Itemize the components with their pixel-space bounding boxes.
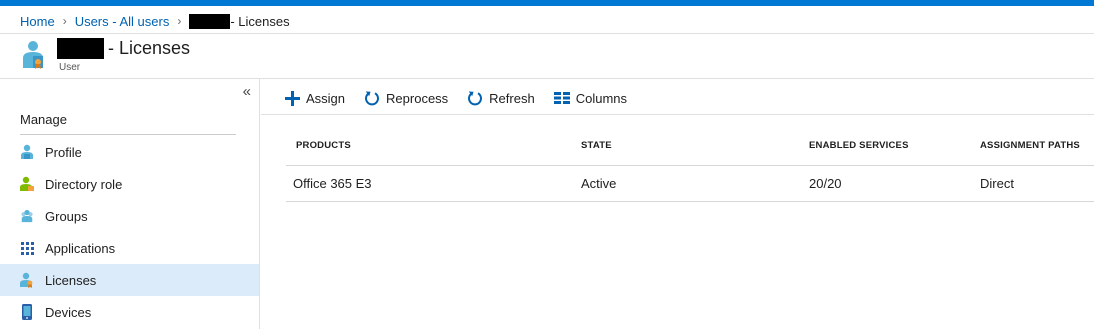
sidebar-section-label: Manage — [20, 112, 67, 127]
sidebar-item-label: Groups — [45, 208, 88, 224]
columns-button-label: Columns — [575, 90, 627, 106]
sidebar-item-label: Applications — [45, 240, 116, 256]
sidebar-item-groups[interactable]: Groups — [0, 200, 259, 232]
breadcrumb-home-link[interactable]: Home — [20, 14, 55, 29]
plus-icon — [285, 90, 300, 106]
column-header-enabled-services[interactable]: ENABLED SERVICES — [809, 140, 909, 151]
refresh-button[interactable]: Refresh — [467, 90, 535, 106]
column-header-assignment-paths[interactable]: ASSIGNMENT PATHS — [980, 140, 1080, 151]
cell-assignment-paths: Direct — [980, 176, 1014, 191]
column-header-state[interactable]: STATE — [581, 140, 612, 151]
divider — [20, 134, 236, 135]
refresh-button-label: Refresh — [489, 90, 535, 106]
device-icon — [20, 304, 34, 320]
assign-button[interactable]: Assign — [285, 90, 346, 106]
sidebar-item-label: Directory role — [45, 176, 123, 192]
page-subtitle: User — [59, 62, 81, 73]
refresh-icon — [468, 91, 483, 106]
column-header-products[interactable]: PRODUCTS — [296, 140, 351, 151]
reprocess-icon — [365, 91, 380, 106]
chevron-right-icon: › — [177, 14, 182, 28]
groups-icon — [20, 208, 34, 224]
sidebar-item-label: Devices — [45, 304, 92, 320]
table-row[interactable]: Office 365 E3 Active 20/20 Direct — [286, 166, 1094, 202]
sidebar-item-label: Licenses — [45, 272, 97, 288]
assign-button-label: Assign — [306, 90, 346, 106]
redacted-user-name — [57, 38, 104, 59]
licenses-table: PRODUCTS STATE ENABLED SERVICES ASSIGNME… — [286, 128, 1094, 202]
breadcrumb: Home › Users - All users › - Licenses — [20, 12, 290, 30]
reprocess-button-label: Reprocess — [386, 90, 449, 106]
redacted-user-name — [189, 13, 231, 29]
cell-product: Office 365 E3 — [293, 176, 372, 191]
top-accent-bar — [0, 0, 1094, 6]
breadcrumb-users-link[interactable]: Users - All users — [75, 14, 170, 29]
sidebar: « Manage Profile Directory role Groups A… — [0, 79, 260, 329]
directory-role-icon — [20, 176, 34, 192]
cell-enabled-services: 20/20 — [809, 176, 842, 191]
cell-state: Active — [581, 176, 617, 191]
columns-button[interactable]: Columns — [553, 90, 627, 106]
applications-grid-icon — [20, 240, 34, 256]
reprocess-button[interactable]: Reprocess — [364, 90, 448, 106]
sidebar-nav: Profile Directory role Groups Applicatio… — [0, 136, 259, 328]
sidebar-item-label: Profile — [45, 144, 82, 160]
sidebar-item-licenses[interactable]: Licenses — [0, 264, 259, 296]
collapse-sidebar-icon[interactable]: « — [243, 83, 251, 100]
divider — [0, 33, 1094, 34]
page-title: - Licenses — [57, 38, 190, 59]
sidebar-item-profile[interactable]: Profile — [0, 136, 259, 168]
sidebar-item-applications[interactable]: Applications — [0, 232, 259, 264]
sidebar-item-directory-role[interactable]: Directory role — [0, 168, 259, 200]
license-icon — [20, 272, 34, 288]
breadcrumb-current: - Licenses — [230, 13, 290, 29]
table-header: PRODUCTS STATE ENABLED SERVICES ASSIGNME… — [286, 128, 1094, 166]
columns-icon — [553, 92, 570, 104]
user-license-icon — [20, 40, 48, 70]
sidebar-item-devices[interactable]: Devices — [0, 296, 259, 328]
chevron-right-icon: › — [62, 14, 67, 28]
user-icon — [20, 144, 34, 160]
divider — [261, 114, 1094, 115]
command-bar: Assign Reprocess Refresh Columns — [285, 87, 646, 109]
page-title-text: - Licenses — [108, 38, 191, 58]
